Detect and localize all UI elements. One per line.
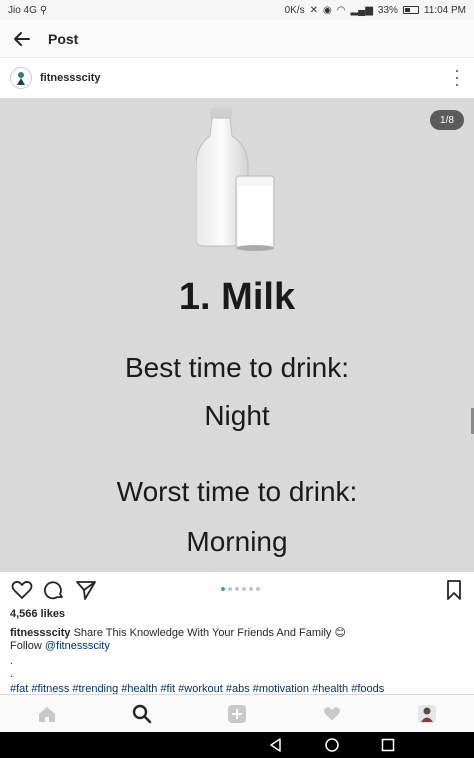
home-icon <box>39 707 55 722</box>
mute-icon: ✕ <box>309 4 318 16</box>
direct-share-icon[interactable] <box>74 578 98 602</box>
nav-add-button[interactable] <box>225 702 249 726</box>
heart-icon <box>324 707 340 721</box>
status-right: 0K/s ✕ ◉ ◠ ▂▄▆ 33% 11:04 PM <box>285 5 466 16</box>
action-row <box>0 576 474 604</box>
signal-icon: ▂▄▆ <box>350 4 373 16</box>
page-title: Post <box>48 30 79 47</box>
post-image[interactable]: 1/8 1. Milk Best time to drink: Night Wo… <box>0 98 474 572</box>
nav-profile-button[interactable] <box>415 702 439 726</box>
image-line-worst-label: Worst time to drink: <box>116 476 358 507</box>
image-line-best-label: Best time to drink: <box>124 352 350 383</box>
follow-handle-link[interactable]: @fitnessscity <box>45 640 110 652</box>
status-bar: Jio 4G ⚲ 0K/s ✕ ◉ ◠ ▂▄▆ 33% 11:04 PM <box>0 0 474 20</box>
search-icon <box>132 704 152 724</box>
image-line-best-value: Night <box>204 400 270 431</box>
nav-home-button[interactable] <box>35 702 59 726</box>
caption-text: Share This Knowledge With Your Friends A… <box>73 627 346 639</box>
comment-icon[interactable] <box>42 578 66 602</box>
battery-percent: 33% <box>377 4 398 16</box>
image-title: 1. Milk <box>178 276 296 318</box>
bottom-nav <box>0 694 474 732</box>
avatar-logo-icon <box>17 72 25 85</box>
system-home-icon[interactable] <box>324 737 340 753</box>
network-speed: 0K/s <box>284 4 305 16</box>
system-nav-bar <box>0 732 474 758</box>
status-left: Jio 4G ⚲ <box>8 5 47 16</box>
profile-avatar-icon <box>418 705 436 723</box>
milk-bottle-illustration <box>196 108 275 251</box>
bookmark-icon[interactable] <box>442 578 466 602</box>
system-recents-icon[interactable] <box>380 737 396 753</box>
eye-icon: ◉ <box>322 4 332 16</box>
caption-username[interactable]: fitnessscity <box>10 627 71 639</box>
follow-label: Follow <box>10 640 42 652</box>
carousel-dot <box>256 587 260 591</box>
post-header: fitnessscity <box>0 58 474 98</box>
avatar[interactable] <box>10 67 32 89</box>
carrier-label: Jio 4G <box>8 4 37 16</box>
usb-icon: ⚲ <box>39 4 48 16</box>
carousel-dot <box>242 587 246 591</box>
heart-icon[interactable] <box>10 578 34 602</box>
carousel-dot <box>221 587 225 591</box>
top-nav: Post <box>0 20 474 58</box>
carousel-counter: 1/8 <box>430 110 464 130</box>
carousel-dot <box>228 587 232 591</box>
caption-period: . <box>10 668 14 680</box>
caption-period: . <box>10 655 14 667</box>
more-vertical-icon[interactable] <box>454 70 460 86</box>
nav-activity-button[interactable] <box>320 702 344 726</box>
back-button[interactable] <box>4 21 40 57</box>
likes-count[interactable]: 4,566 likes <box>10 608 65 620</box>
arrow-left-icon <box>14 31 30 46</box>
image-line-worst-value: Morning <box>186 526 288 557</box>
carousel-dot <box>249 587 253 591</box>
nav-search-button[interactable] <box>130 702 154 726</box>
battery-icon <box>402 6 419 14</box>
carousel-dots <box>221 587 260 591</box>
system-back-icon[interactable] <box>268 737 284 753</box>
carousel-dot <box>235 587 239 591</box>
add-post-icon <box>228 705 246 723</box>
follow-line: Follow @fitnessscity <box>10 640 110 652</box>
post-username[interactable]: fitnessscity <box>40 72 101 84</box>
caption: fitnessscity Share This Knowledge With Y… <box>10 626 466 641</box>
clock: 11:04 PM <box>423 4 466 16</box>
wifi-icon: ◠ <box>336 4 346 16</box>
